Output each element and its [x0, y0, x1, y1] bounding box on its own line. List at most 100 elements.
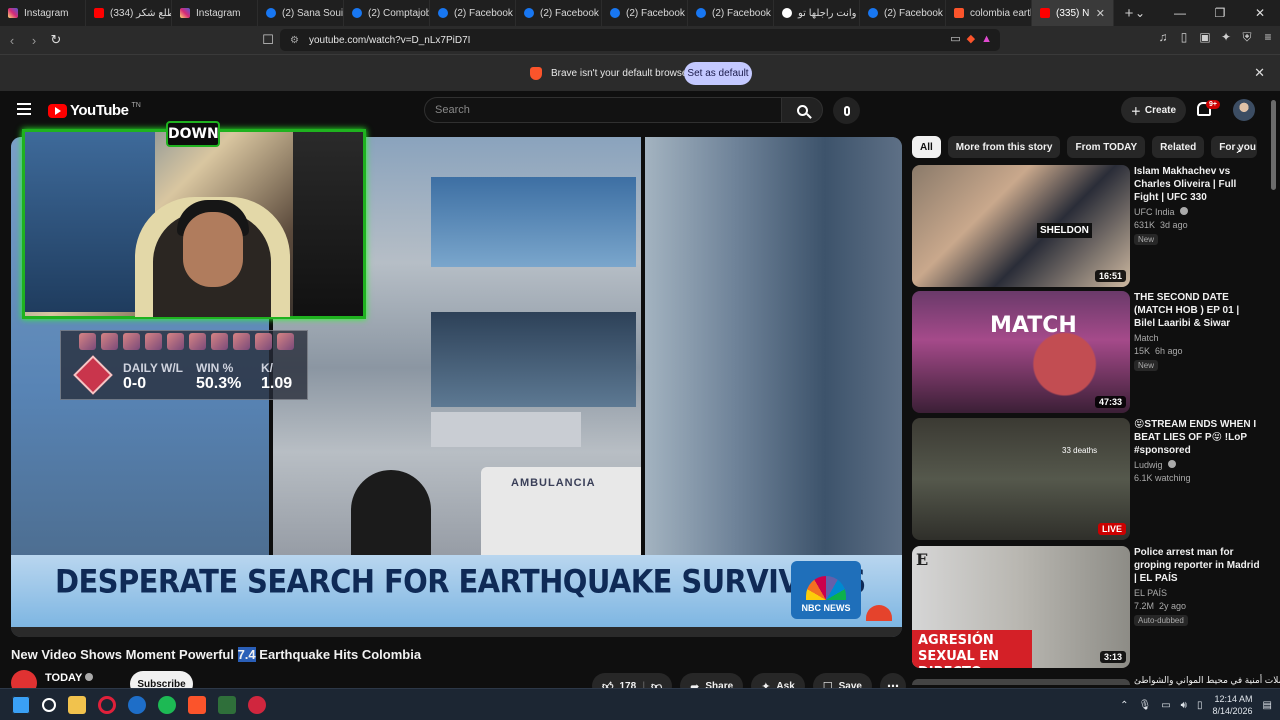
stat-kd: K/ 1.09 [261, 361, 292, 393]
tab-instagram-2[interactable]: Instagram [172, 0, 258, 26]
youtube-logo[interactable]: YouTube TN [48, 102, 141, 119]
recommendation-item[interactable]: MATCH 47:33 THE SECOND DATE (MATCH HOB )… [912, 291, 1262, 413]
channel-name[interactable]: TODAY [45, 672, 94, 684]
set-default-button[interactable]: Set as default [684, 62, 752, 85]
recommendation-info: THE SECOND DATE (MATCH HOB ) EP 01 | Bil… [1134, 291, 1262, 371]
video-thumbnail[interactable] [912, 679, 1130, 685]
microphone-icon[interactable]: 🎙︎ [1139, 700, 1152, 711]
recommendation-title[interactable]: Police arrest man for groping reporter i… [1134, 546, 1262, 585]
recommendation-item[interactable]: 33 deaths LIVE 😝STREAM ENDS WHEN I BEAT … [912, 418, 1262, 540]
create-button[interactable]: ＋ Create [1121, 97, 1186, 123]
verified-icon [1168, 460, 1177, 468]
chip-more-from-story[interactable]: More from this story [947, 136, 1061, 158]
volume-icon[interactable]: 🔊︎ [1181, 700, 1187, 711]
app-icon[interactable] [248, 696, 266, 714]
close-window-button[interactable]: ✕ [1240, 6, 1280, 20]
brave-icon[interactable] [188, 696, 206, 714]
tab-search-icon[interactable]: ⌄ [1120, 6, 1160, 20]
bookmark-icon[interactable]: ☐ [258, 32, 278, 48]
recommendation-title[interactable]: THE SECOND DATE (MATCH HOB ) EP 01 | Bil… [1134, 291, 1262, 330]
account-avatar[interactable] [1233, 99, 1255, 121]
tab-google-search[interactable]: وانت راجلها تو :" [774, 0, 860, 26]
windows-start-icon[interactable] [12, 696, 30, 714]
guide-menu-icon[interactable] [17, 103, 31, 118]
panel-divider [641, 137, 645, 557]
thumbnail-text: 33 deaths [1062, 446, 1098, 455]
spotify-icon[interactable] [158, 696, 176, 714]
xbox-icon[interactable] [218, 696, 236, 714]
tab-facebook-sana[interactable]: (2) Sana Souiss [258, 0, 344, 26]
wallet-icon[interactable]: ▣ [1199, 30, 1211, 45]
tab-facebook[interactable]: (2) Facebook [516, 0, 602, 26]
page-scrollbar[interactable] [1271, 100, 1276, 190]
tab-instagram[interactable]: Instagram [0, 0, 86, 26]
recommendation-item[interactable]: حملات أمنية في محيط المواني والشواطئ [912, 675, 1280, 685]
default-browser-banner: Brave isn't your default browser Set as … [0, 54, 1280, 91]
stat-daily: DAILY W/L 0-0 [123, 361, 183, 393]
recommendation-channel[interactable]: EL PAÍS [1134, 588, 1262, 598]
recommendation-title[interactable]: Islam Makhachev vs Charles Oliveira | Fu… [1134, 165, 1262, 204]
tab-colombia-earthquake[interactable]: colombia earth [946, 0, 1032, 26]
video-thumbnail[interactable]: MATCH 47:33 [912, 291, 1130, 413]
maximize-button[interactable]: ❐ [1200, 6, 1240, 20]
tab-facebook[interactable]: (2) Facebook [688, 0, 774, 26]
chevron-up-icon[interactable]: ⌃ [1120, 700, 1128, 711]
video-thumbnail[interactable]: SHELDON 16:51 [912, 165, 1130, 287]
menu-icon[interactable]: ≡ [1262, 30, 1274, 45]
duration-badge: 16:51 [1094, 270, 1126, 282]
search-icon[interactable] [42, 698, 56, 712]
instagram-icon [8, 8, 18, 18]
recommendation-title[interactable]: 😝STREAM ENDS WHEN I BEAT LIES OF P😝 !LoP… [1134, 418, 1262, 457]
tab-facebook[interactable]: (2) Facebook [602, 0, 688, 26]
video-panel-right [645, 137, 902, 557]
brave-rewards-icon[interactable]: ▲ [981, 33, 992, 45]
site-settings-icon[interactable]: ⚙ [290, 35, 299, 46]
chevron-right-icon[interactable]: › [1236, 141, 1241, 157]
opera-icon[interactable] [98, 696, 116, 714]
search-button[interactable] [781, 97, 823, 123]
chip-all[interactable]: All [912, 136, 941, 158]
chip-related[interactable]: Related [1152, 136, 1205, 158]
search-input[interactable]: Search [424, 97, 782, 123]
sidebar-icon[interactable]: ▯ [1178, 30, 1190, 45]
browser-icon[interactable] [128, 696, 146, 714]
building-window [431, 312, 636, 407]
forward-icon[interactable]: › [24, 33, 44, 48]
file-explorer-icon[interactable] [68, 696, 86, 714]
network-icon[interactable]: ▭ [1161, 700, 1170, 711]
channel-text: UFC India [1134, 207, 1175, 217]
back-icon[interactable]: ‹ [2, 33, 22, 48]
brave-shields-icon[interactable]: ◆ [967, 32, 975, 45]
video-thumbnail[interactable]: 33 deaths LIVE [912, 418, 1130, 540]
vpn-icon[interactable]: ⛨ [1241, 30, 1253, 45]
tab-youtube-334[interactable]: (334) طلع شكر [86, 0, 172, 26]
logo-country-code: TN [131, 102, 141, 109]
media-icon[interactable]: ♫ [1157, 30, 1169, 45]
agent-icon [123, 333, 140, 350]
extensions-icon[interactable]: ✦ [1220, 30, 1232, 45]
cast-icon[interactable]: ▭ [950, 32, 960, 45]
tab-facebook[interactable]: (2) Facebook [430, 0, 516, 26]
close-icon[interactable]: ✕ [1254, 65, 1265, 81]
recommendation-title[interactable]: حملات أمنية في محيط المواني والشواطئ [1134, 675, 1280, 686]
chip-from-today[interactable]: From TODAY [1067, 136, 1146, 158]
recommendation-item[interactable]: E AGRESIÓN SEXUAL EN DIRECTO 3:13 Police… [912, 546, 1262, 668]
tab-facebook[interactable]: (2) Facebook [860, 0, 946, 26]
upload-age: 3d ago [1160, 220, 1188, 230]
recommendation-channel[interactable]: Ludwig [1134, 460, 1262, 470]
tab-youtube-active[interactable]: (335) N ✕ [1032, 0, 1114, 26]
recommendation-channel[interactable]: Match [1134, 333, 1262, 343]
url-field[interactable]: ⚙ youtube.com/watch?v=D_nLx7PiD7I ▭ ◆ ▲ [280, 29, 1000, 51]
video-thumbnail[interactable]: E AGRESIÓN SEXUAL EN DIRECTO 3:13 [912, 546, 1130, 668]
notification-center-icon[interactable]: ▤ [1263, 700, 1272, 711]
clock[interactable]: 12:14 AM 8/14/2026 [1213, 693, 1253, 717]
chip-for-you[interactable]: For you [1211, 136, 1258, 158]
reload-icon[interactable]: ↻ [46, 32, 66, 48]
tab-facebook-comptajob[interactable]: (2) Comptajob [344, 0, 430, 26]
voice-search-button[interactable] [833, 97, 860, 124]
close-tab-icon[interactable]: ✕ [1096, 7, 1105, 20]
recommendation-item[interactable]: SHELDON 16:51 Islam Makhachev vs Charles… [912, 165, 1262, 287]
recommendation-channel[interactable]: UFC India [1134, 207, 1262, 217]
minimize-button[interactable]: — [1160, 6, 1200, 20]
battery-icon[interactable]: ▯ [1197, 700, 1203, 711]
